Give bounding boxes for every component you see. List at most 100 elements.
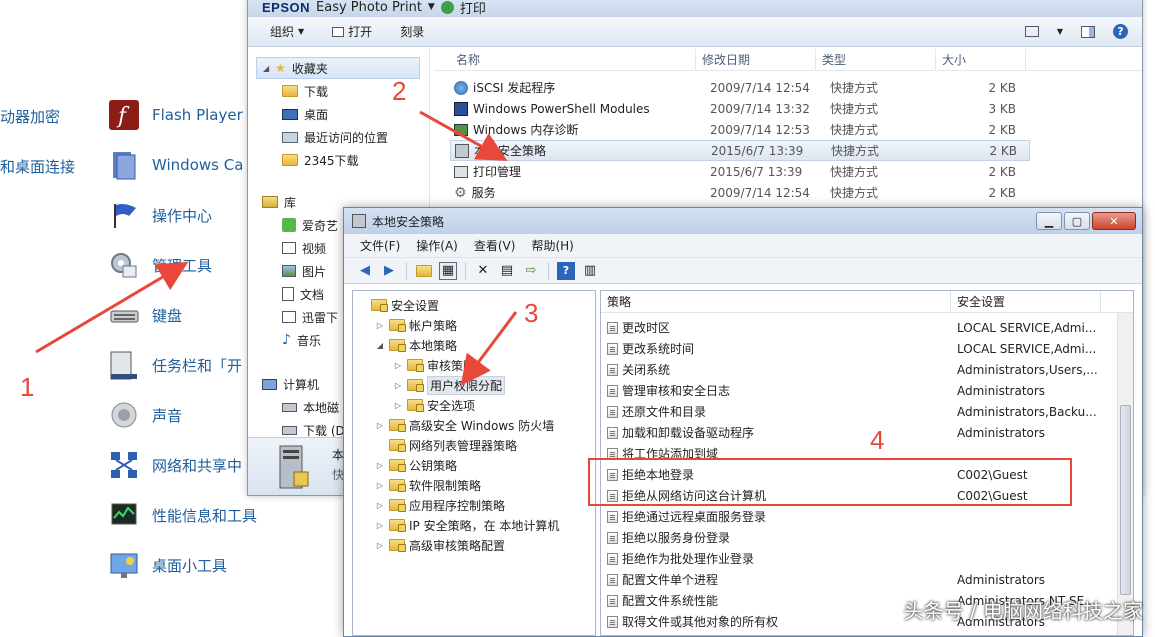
expander-icon[interactable]: ▷ bbox=[375, 501, 385, 510]
tree-node[interactable]: ▷ 帐户策略 bbox=[375, 315, 457, 335]
up-folder-icon[interactable] bbox=[415, 262, 433, 280]
tree-node[interactable]: ▷ 软件限制策略 bbox=[375, 475, 481, 495]
view-options-icon[interactable] bbox=[1024, 26, 1039, 37]
cp-item-action-center[interactable]: 操作中心 bbox=[108, 198, 212, 232]
minimize-button[interactable]: ▁ bbox=[1036, 212, 1062, 230]
expander-icon[interactable]: ▷ bbox=[393, 401, 403, 410]
column-type[interactable]: 类型 bbox=[816, 48, 936, 71]
column-security-setting[interactable]: 安全设置 bbox=[951, 290, 1101, 313]
file-row[interactable]: iSCSI 发起程序 2009/7/14 12:54 快捷方式 2 KB bbox=[450, 77, 1030, 98]
library-icon bbox=[262, 196, 278, 208]
file-row[interactable]: 打印管理 2015/6/7 13:39 快捷方式 2 KB bbox=[450, 161, 1030, 182]
nav-lib-video[interactable]: 视频 bbox=[282, 237, 326, 259]
help-icon[interactable]: ? bbox=[1113, 24, 1128, 39]
policy-row[interactable]: 管理审核和安全日志 Administrators bbox=[607, 380, 1117, 401]
cp-item-network[interactable]: 网络和共享中 bbox=[108, 448, 242, 482]
maximize-button[interactable]: ▢ bbox=[1064, 212, 1090, 230]
nav-lib-music[interactable]: ♪ 音乐 bbox=[282, 329, 321, 351]
nav-fav-2345[interactable]: 2345下载 bbox=[282, 149, 359, 171]
policy-row[interactable]: 关闭系统 Administrators,Users,... bbox=[607, 359, 1117, 380]
back-arrow-icon[interactable]: ◀ bbox=[356, 262, 374, 280]
forward-arrow-icon[interactable]: ▶ bbox=[380, 262, 398, 280]
vertical-scrollbar[interactable] bbox=[1117, 313, 1133, 635]
nav-library[interactable]: 库 bbox=[262, 191, 296, 213]
menu-action[interactable]: 操作(A) bbox=[416, 237, 458, 254]
details-view-icon[interactable]: ▥ bbox=[581, 262, 599, 280]
export-list-icon[interactable]: ⇨ bbox=[522, 262, 540, 280]
nav-computer[interactable]: 计算机 bbox=[262, 373, 319, 395]
policy-row[interactable]: 加载和卸载设备驱动程序 Administrators bbox=[607, 422, 1117, 443]
file-row-local-security-policy[interactable]: 本地安全策略 2015/6/7 13:39 快捷方式 2 KB bbox=[450, 140, 1030, 161]
column-size[interactable]: 大小 bbox=[936, 48, 1026, 71]
burn-button[interactable]: 刻录 bbox=[400, 23, 424, 40]
tree-node[interactable]: ▷ 应用程序控制策略 bbox=[375, 495, 505, 515]
local-security-policy-window: 本地安全策略 ▁ ▢ ✕ 文件(F) 操作(A) 查看(V) 帮助(H) ◀ ▶… bbox=[343, 207, 1143, 637]
cp-item-sound[interactable]: 声音 bbox=[108, 398, 182, 432]
file-row[interactable]: ⚙ 服务 2009/7/14 12:54 快捷方式 2 KB bbox=[450, 182, 1030, 203]
policy-row[interactable]: 配置文件单个进程 Administrators bbox=[607, 569, 1117, 590]
nav-fav-recent[interactable]: 最近访问的位置 bbox=[282, 126, 388, 148]
cp-item-admin-tools[interactable]: 管理工具 bbox=[108, 248, 212, 282]
preview-pane-icon[interactable] bbox=[1081, 25, 1095, 38]
chevron-down-icon[interactable]: ▼ bbox=[1057, 27, 1063, 36]
nav-fav-downloads[interactable]: 下载 bbox=[282, 80, 328, 102]
policy-row[interactable]: 拒绝通过远程桌面服务登录 bbox=[607, 506, 1117, 527]
tree-node[interactable]: ▷ 用户权限分配 bbox=[393, 375, 506, 395]
nav-comp-local-disk[interactable]: 本地磁 bbox=[282, 396, 339, 418]
nav-fav-desktop[interactable]: 桌面 bbox=[282, 103, 328, 125]
scrollbar-thumb[interactable] bbox=[1120, 405, 1131, 595]
menu-view[interactable]: 查看(V) bbox=[474, 237, 516, 254]
expander-icon[interactable]: ▷ bbox=[393, 361, 403, 370]
policy-row[interactable]: 更改时区 LOCAL SERVICE,Admi... bbox=[607, 317, 1117, 338]
help-icon[interactable]: ? bbox=[557, 261, 575, 280]
tree-node[interactable]: 安全设置 bbox=[357, 295, 439, 315]
print-button[interactable]: 打印 bbox=[460, 0, 486, 17]
tree-node[interactable]: ▷ 高级审核策略配置 bbox=[375, 535, 505, 555]
nav-lib-documents[interactable]: 文档 bbox=[282, 283, 324, 305]
properties-icon[interactable]: ▤ bbox=[498, 262, 516, 280]
policy-row[interactable]: 更改系统时间 LOCAL SERVICE,Admi... bbox=[607, 338, 1117, 359]
tree-node[interactable]: ▷ 审核策略 bbox=[393, 355, 475, 375]
nav-lib-pictures[interactable]: 图片 bbox=[282, 260, 326, 282]
expander-icon[interactable]: ▷ bbox=[375, 481, 385, 490]
cp-partial-item[interactable]: 和桌面连接 bbox=[0, 156, 75, 177]
cp-partial-item[interactable]: 动器加密 bbox=[0, 106, 60, 127]
column-policy[interactable]: 策略 bbox=[601, 290, 951, 313]
cp-item-taskbar[interactable]: 任务栏和「开 bbox=[108, 348, 242, 382]
chevron-down-icon[interactable]: ▼ bbox=[428, 2, 435, 12]
expander-icon[interactable]: ▷ bbox=[375, 521, 385, 530]
cp-item-windows-cardspace[interactable]: Windows Ca bbox=[108, 148, 243, 182]
expander-icon[interactable]: ▷ bbox=[393, 381, 403, 390]
close-button[interactable]: ✕ bbox=[1092, 212, 1136, 230]
column-name[interactable]: 名称 bbox=[434, 48, 696, 71]
column-date[interactable]: 修改日期 bbox=[696, 48, 816, 71]
tree-node[interactable]: ▷ 安全选项 bbox=[393, 395, 475, 415]
open-button[interactable]: 打开 bbox=[332, 23, 372, 40]
cp-item-gadgets[interactable]: 桌面小工具 bbox=[108, 548, 227, 582]
expander-icon[interactable]: ◢ bbox=[375, 341, 385, 350]
menu-file[interactable]: 文件(F) bbox=[360, 237, 400, 254]
policy-row[interactable]: 还原文件和目录 Administrators,Backu... bbox=[607, 401, 1117, 422]
expander-icon[interactable]: ▷ bbox=[375, 541, 385, 550]
cp-item-performance[interactable]: 性能信息和工具 bbox=[108, 498, 257, 532]
expander-icon[interactable]: ▷ bbox=[375, 421, 385, 430]
menu-help[interactable]: 帮助(H) bbox=[531, 237, 573, 254]
expander-icon[interactable]: ▷ bbox=[375, 461, 385, 470]
tree-node[interactable]: ◢ 本地策略 bbox=[375, 335, 457, 355]
nav-lib-xunlei[interactable]: 迅雷下 bbox=[282, 306, 338, 328]
tree-node[interactable]: ▷ 高级安全 Windows 防火墙 bbox=[375, 415, 554, 435]
tree-node[interactable]: ▷ 公钥策略 bbox=[375, 455, 457, 475]
policy-row[interactable]: 拒绝以服务身份登录 bbox=[607, 527, 1117, 548]
tree-node[interactable]: ▷ IP 安全策略，在 本地计算机 bbox=[375, 515, 559, 535]
show-tree-icon[interactable]: ▦ bbox=[439, 261, 457, 280]
expander-icon[interactable]: ▷ bbox=[375, 321, 385, 330]
policy-row[interactable]: 拒绝作为批处理作业登录 bbox=[607, 548, 1117, 569]
organize-button[interactable]: 组织 ▼ bbox=[270, 23, 304, 40]
cp-item-flash-player[interactable]: f Flash Player bbox=[108, 98, 243, 132]
cp-item-keyboard[interactable]: 键盘 bbox=[108, 298, 182, 332]
file-row[interactable]: Windows PowerShell Modules 2009/7/14 13:… bbox=[450, 98, 1030, 119]
file-row[interactable]: Windows 内存诊断 2009/7/14 12:53 快捷方式 2 KB bbox=[450, 119, 1030, 140]
tree-node[interactable]: 网络列表管理器策略 bbox=[375, 435, 517, 455]
nav-lib-iqiyi[interactable]: 爱奇艺 bbox=[282, 214, 338, 236]
delete-icon[interactable]: ✕ bbox=[474, 262, 492, 280]
